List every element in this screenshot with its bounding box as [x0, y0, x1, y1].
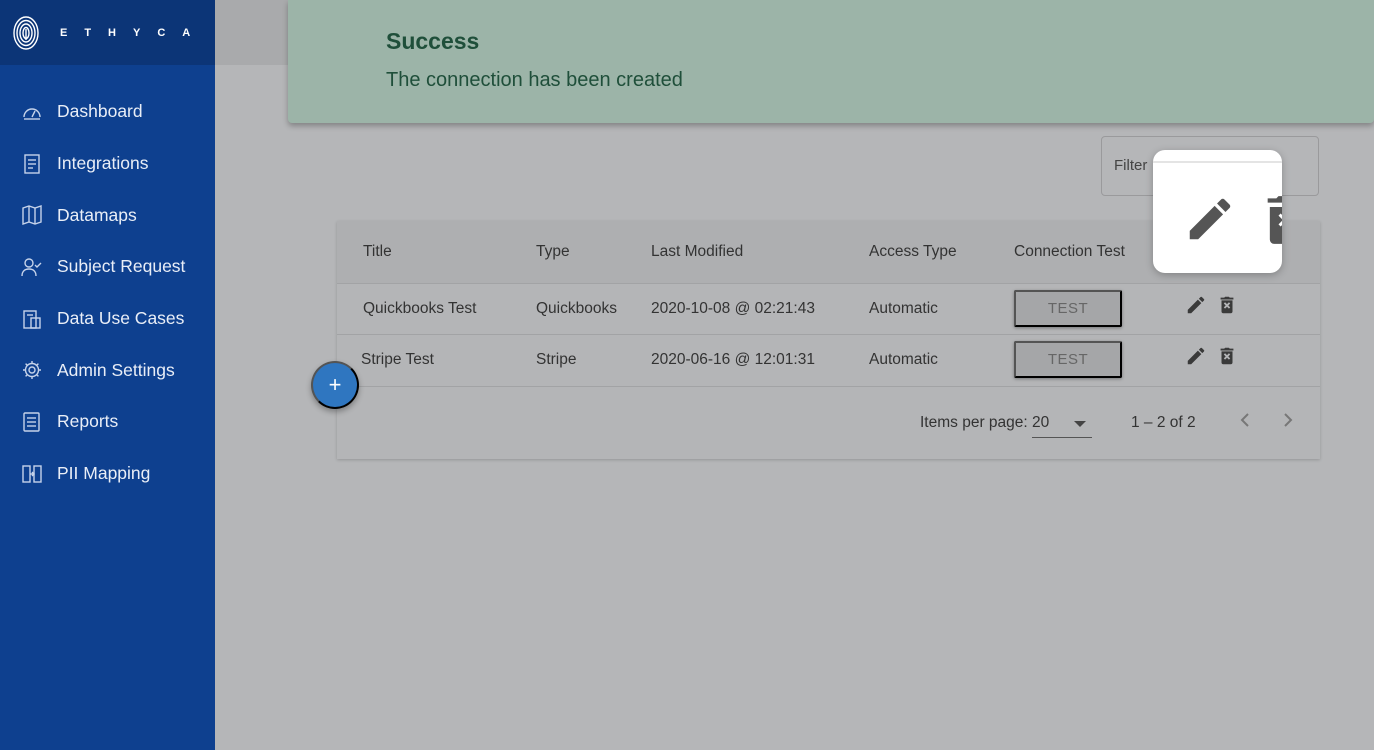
clipboard-icon [21, 308, 43, 330]
column-header-access-type[interactable]: Access Type [869, 243, 957, 261]
sidebar-item-label: Subject Request [57, 256, 186, 277]
cell-last-modified: 2020-10-08 @ 02:21:43 [651, 300, 815, 317]
cell-title: Quickbooks Test [363, 300, 477, 317]
sidebar-item-label: Admin Settings [57, 359, 175, 380]
edit-icon[interactable] [1185, 345, 1207, 367]
sidebar-item-admin-settings[interactable]: Admin Settings [0, 344, 215, 396]
column-header-connection-test: Connection Test [1014, 243, 1125, 260]
map-icon [21, 204, 43, 226]
sidebar-item-subject-request[interactable]: Subject Request [0, 241, 215, 293]
cell-access-type: Automatic [869, 351, 938, 368]
table-row: Quickbooks Test Quickbooks 2020-10-08 @ … [337, 283, 1320, 335]
sidebar-item-label: Dashboard [57, 101, 143, 122]
page-range: 1 – 2 of 2 [1131, 414, 1196, 431]
fingerprint-logo-icon[interactable] [12, 14, 40, 52]
user-check-icon [21, 256, 43, 278]
items-per-page-select[interactable]: 20 [1032, 411, 1092, 438]
table-row: Stripe Test Stripe 2020-06-16 @ 12:01:31… [337, 334, 1320, 386]
mapping-icon [21, 463, 43, 485]
add-connection-button[interactable]: + [311, 361, 359, 409]
zoom-magnifier [1153, 150, 1282, 273]
sidebar-item-label: Reports [57, 411, 119, 432]
report-icon [21, 411, 43, 433]
items-per-page-value: 20 [1032, 414, 1050, 431]
sidebar-item-data-use-cases[interactable]: Data Use Cases [0, 293, 215, 345]
divider [1153, 161, 1282, 163]
document-icon [21, 153, 43, 175]
sidebar-item-label: PII Mapping [57, 463, 151, 484]
delete-icon[interactable] [1265, 194, 1282, 246]
test-connection-button[interactable]: TEST [1014, 341, 1122, 378]
column-header-title[interactable]: Title [363, 243, 392, 261]
cell-type: Quickbooks [536, 300, 617, 317]
sidebar-item-label: Data Use Cases [57, 308, 185, 329]
column-header-last-modified[interactable]: Last Modified [651, 243, 743, 261]
delete-icon[interactable] [1216, 345, 1238, 367]
sidebar-item-label: Integrations [57, 153, 149, 174]
items-per-page-label: Items per page: [920, 414, 1028, 431]
sidebar-item-reports[interactable]: Reports [0, 396, 215, 448]
sidebar-item-dashboard[interactable]: Dashboard [0, 86, 215, 138]
edit-icon[interactable] [1183, 192, 1237, 246]
sidebar: ETHYCA Dashboard Integrations Datamaps S… [0, 0, 215, 750]
gear-icon [21, 359, 43, 381]
next-page-icon[interactable] [1276, 408, 1300, 432]
sidebar-item-datamaps[interactable]: Datamaps [0, 189, 215, 241]
sidebar-nav: Dashboard Integrations Datamaps Subject … [0, 86, 215, 500]
sidebar-header: ETHYCA [0, 0, 215, 65]
sidebar-item-label: Datamaps [57, 204, 137, 225]
test-connection-button[interactable]: TEST [1014, 290, 1122, 327]
toast-message: The connection has been created [386, 69, 683, 91]
cell-last-modified: 2020-06-16 @ 12:01:31 [651, 351, 815, 368]
gauge-icon [21, 101, 43, 123]
cell-access-type: Automatic [869, 300, 938, 317]
cell-type: Stripe [536, 351, 577, 368]
brand-name: ETHYCA [60, 26, 208, 39]
paginator: Items per page: 20 1 – 2 of 2 [337, 386, 1320, 459]
dropdown-arrow-icon [1074, 421, 1086, 427]
success-toast: Success The connection has been created [288, 0, 1374, 123]
previous-page-icon[interactable] [1233, 408, 1257, 432]
cell-title: Stripe Test [361, 351, 434, 368]
delete-icon[interactable] [1216, 294, 1238, 316]
column-header-type[interactable]: Type [536, 243, 570, 261]
edit-icon[interactable] [1185, 294, 1207, 316]
sidebar-item-integrations[interactable]: Integrations [0, 138, 215, 190]
toast-title: Success [386, 28, 480, 54]
filter-label: Filter [1114, 157, 1148, 174]
sidebar-item-pii-mapping[interactable]: PII Mapping [0, 448, 215, 500]
